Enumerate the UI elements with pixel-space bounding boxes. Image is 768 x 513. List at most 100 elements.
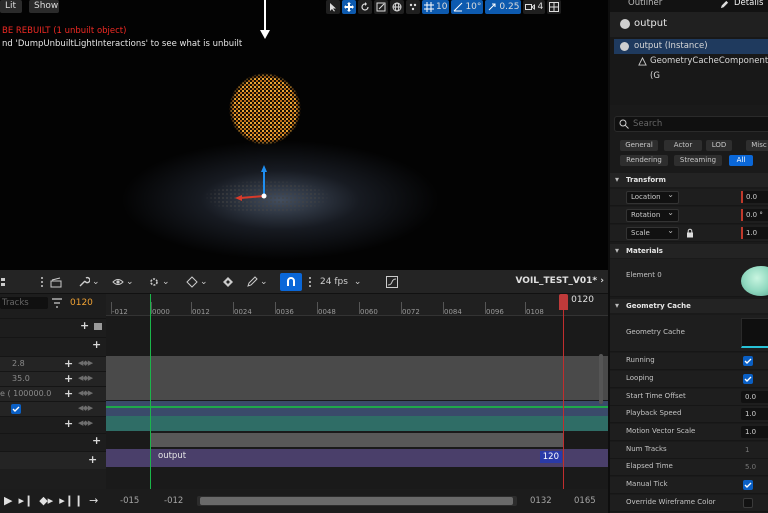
snap-toggle-button[interactable] <box>280 273 302 291</box>
translate-mode-button[interactable] <box>342 0 356 14</box>
track-row[interactable]: + <box>0 451 106 469</box>
location-dropdown[interactable]: Location <box>626 189 679 204</box>
add-track-button[interactable]: + <box>88 453 97 466</box>
track-row[interactable]: + <box>0 318 106 333</box>
curve-editor-button[interactable] <box>386 275 398 289</box>
start-time-offset-field[interactable]: 0.0 <box>741 391 768 403</box>
track-row[interactable]: + ◀◆▶ <box>0 416 106 431</box>
step-forward-icon[interactable]: ▸❙ <box>18 494 33 507</box>
track-lane[interactable] <box>106 401 608 416</box>
add-key-button[interactable]: + <box>64 357 73 370</box>
scale-x-field[interactable]: 1.0 <box>741 227 768 239</box>
filter-icon[interactable] <box>52 298 62 308</box>
range-end-outer[interactable]: 0165 <box>574 496 596 506</box>
time-scrollbar[interactable] <box>197 496 517 506</box>
key-dropdown[interactable]: ⌄ <box>186 275 208 289</box>
category-transform[interactable]: Transform <box>610 173 768 187</box>
search-tracks-input[interactable]: Tracks <box>0 297 48 309</box>
rotate-mode-button[interactable] <box>358 0 372 14</box>
playhead[interactable] <box>559 294 568 310</box>
object-title[interactable]: output <box>634 18 667 29</box>
add-key-button[interactable]: + <box>64 387 73 400</box>
jump-to-key-icon[interactable]: ◆▸ <box>39 494 53 507</box>
track-row[interactable]: 35.0 + ◀◆▶ <box>0 371 106 386</box>
world-space-button[interactable] <box>390 0 404 14</box>
geometry-cache-thumbnail[interactable] <box>741 318 768 348</box>
filter-misc[interactable]: Misc <box>746 140 768 151</box>
tree-item-component[interactable]: GeometryCacheComponent (G <box>614 54 768 81</box>
filter-rendering[interactable]: Rendering <box>620 155 668 166</box>
playback-end-marker[interactable] <box>563 294 564 489</box>
track-checkbox[interactable] <box>11 404 21 414</box>
track-row[interactable]: ◀◆▶ <box>0 401 106 416</box>
looping-checkbox[interactable] <box>743 374 753 384</box>
jump-to-end-icon[interactable]: ▸❙❙ <box>59 494 83 507</box>
render-movie-icon[interactable] <box>50 275 62 289</box>
add-key-button[interactable]: + <box>64 417 73 430</box>
key-nav-icon[interactable]: ◀◆▶ <box>78 359 93 367</box>
track-row[interactable]: 2.8 + ◀◆▶ <box>0 356 106 371</box>
track-row[interactable]: + <box>0 337 106 352</box>
category-geometry-cache[interactable]: Geometry Cache <box>610 299 768 313</box>
toolbar-menu-icon[interactable] <box>0 275 12 289</box>
rotation-x-field[interactable]: 0.0 ° <box>741 209 768 221</box>
track-value[interactable]: 35.0 <box>12 374 30 383</box>
sequence-name-label[interactable]: VOIL_TEST_V01* › <box>515 276 604 286</box>
track-lane[interactable] <box>106 356 608 400</box>
add-track-button[interactable]: + <box>92 434 101 447</box>
key-nav-icon[interactable]: ◀◆▶ <box>78 419 93 427</box>
time-scrollbar-thumb[interactable] <box>200 497 513 505</box>
output-section[interactable]: output 120 <box>106 449 608 467</box>
transform-gizmo[interactable] <box>230 160 280 202</box>
key-nav-icon[interactable]: ◀◆▶ <box>78 389 93 397</box>
scale-mode-button[interactable] <box>374 0 388 14</box>
playback-start-marker[interactable] <box>150 294 151 489</box>
scale-snap-button[interactable]: 0.25 <box>485 0 522 14</box>
filter-general[interactable]: General <box>620 140 658 151</box>
play-icon[interactable]: ▶ <box>4 494 12 507</box>
filter-actor[interactable]: Actor <box>664 140 702 151</box>
lock-icon[interactable] <box>685 228 695 238</box>
grid-snap-button[interactable]: 10 <box>422 0 450 14</box>
current-frame-field[interactable]: 0120 <box>70 298 93 308</box>
material-thumbnail[interactable] <box>741 266 768 296</box>
time-ruler[interactable]: -012 0000 0012 0024 0036 0048 0060 0072 … <box>106 294 608 316</box>
level-viewport[interactable]: Lit Show BE REBUILT (1 unbuilt object) n… <box>0 0 608 270</box>
auto-key-button[interactable] <box>222 275 234 289</box>
select-mode-button[interactable] <box>326 0 340 14</box>
key-nav-icon[interactable]: ◀◆▶ <box>78 374 93 382</box>
motion-vector-scale-field[interactable]: 1.0 <box>741 426 768 438</box>
more-options-icon[interactable] <box>36 275 48 289</box>
add-track-button[interactable]: + <box>92 338 101 351</box>
manual-tick-checkbox[interactable] <box>743 480 753 490</box>
show-button[interactable]: Show <box>29 0 59 13</box>
range-start-outer[interactable]: -015 <box>120 496 139 506</box>
playback-speed-field[interactable]: 1.0 <box>741 408 768 420</box>
timeline-area[interactable]: -012 0000 0012 0024 0036 0048 0060 0072 … <box>106 294 608 489</box>
location-x-field[interactable]: 0.0 <box>741 191 768 203</box>
key-nav-icon[interactable]: ◀◆▶ <box>78 404 93 412</box>
range-end-inner[interactable]: 0132 <box>530 496 552 506</box>
add-track-button[interactable]: + <box>80 319 89 332</box>
rotation-dropdown[interactable]: Rotation <box>626 207 679 222</box>
track-value[interactable]: 2.8 <box>12 359 25 368</box>
running-checkbox[interactable] <box>743 356 753 366</box>
add-key-button[interactable]: + <box>64 372 73 385</box>
filter-all[interactable]: All <box>729 155 753 166</box>
tab-outliner[interactable]: Outliner <box>628 0 662 8</box>
track-options-icon[interactable] <box>94 322 104 331</box>
rotation-snap-button[interactable]: 10° <box>451 0 484 14</box>
vertical-scrollbar[interactable] <box>599 354 603 404</box>
tab-details[interactable]: Details <box>734 0 763 8</box>
layout-button[interactable] <box>547 0 562 14</box>
range-start-inner[interactable]: -012 <box>164 496 183 506</box>
track-row[interactable]: + <box>0 433 106 448</box>
category-materials[interactable]: Materials <box>610 244 768 258</box>
edit-dropdown[interactable]: ⌄ <box>246 275 268 289</box>
override-wireframe-checkbox[interactable] <box>743 498 753 508</box>
track-lane[interactable] <box>150 433 563 447</box>
geometry-cache-lane[interactable] <box>106 416 608 431</box>
track-row[interactable]: e ( 100000.0 + ◀◆▶ <box>0 386 106 401</box>
playback-options-dropdown[interactable]: ⌄ <box>148 275 170 289</box>
lit-button[interactable]: Lit <box>0 0 22 13</box>
